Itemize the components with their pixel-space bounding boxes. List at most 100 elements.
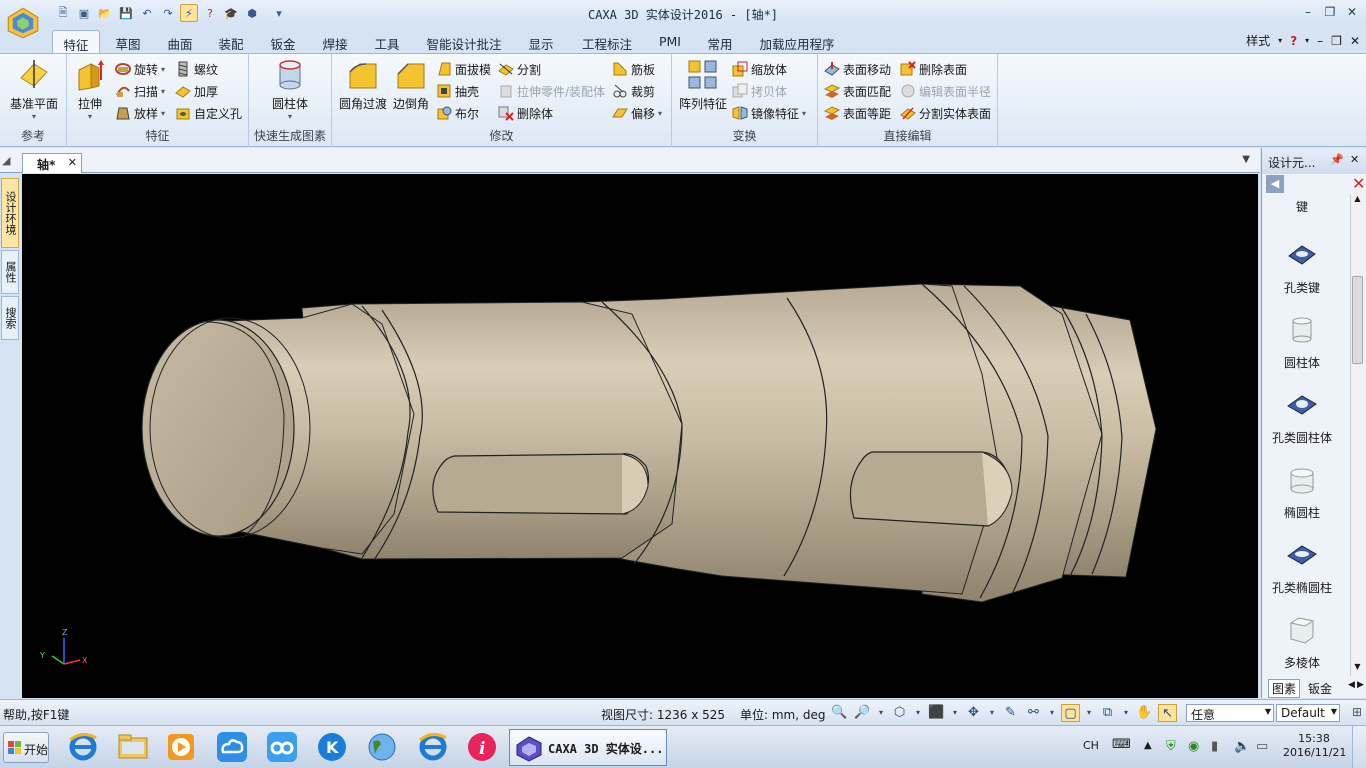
- view-orient-icon[interactable]: ⬡: [890, 704, 909, 722]
- minimize-icon[interactable]: –: [1300, 4, 1316, 20]
- show-desktop-button[interactable]: [1352, 726, 1366, 768]
- cylinder-button[interactable]: 圆柱体 ▾: [269, 58, 311, 121]
- style-menu[interactable]: 样式: [1246, 32, 1270, 49]
- tray-expand-icon[interactable]: ▲: [1144, 740, 1160, 756]
- rib-button[interactable]: 筋板: [612, 60, 655, 78]
- tab-pmi[interactable]: PMI: [652, 30, 688, 53]
- face-match-button[interactable]: 表面匹配: [824, 82, 891, 100]
- render-mode-dropdown-icon[interactable]: ▾: [1084, 704, 1094, 722]
- datum-plane-dropdown-icon[interactable]: ▾: [32, 112, 36, 121]
- selection-filter-dropdown-icon[interactable]: ▼: [1265, 707, 1271, 716]
- doc-restore-icon[interactable]: ❐: [1331, 34, 1342, 48]
- tabs-scroll-right-icon[interactable]: ▶: [1357, 680, 1364, 690]
- style-select[interactable]: Default ▼: [1276, 704, 1340, 722]
- standard-views-dropdown-icon[interactable]: ▾: [950, 704, 960, 722]
- ie-browser-2-icon[interactable]: [416, 730, 450, 764]
- tabs-scroll-left-icon[interactable]: ◀: [1348, 680, 1355, 690]
- cylinder-dropdown-icon[interactable]: ▾: [288, 112, 292, 121]
- panel-scrollbar[interactable]: ▲ ▼: [1350, 194, 1364, 676]
- file-explorer-icon[interactable]: [116, 730, 150, 764]
- panel-pin-icon[interactable]: 📌: [1330, 153, 1344, 166]
- ie-browser-icon[interactable]: [66, 730, 100, 764]
- copy-body-button[interactable]: 拷贝体: [732, 82, 787, 100]
- standard-views-icon[interactable]: ⬛: [927, 704, 946, 722]
- glasses-dropdown-icon[interactable]: ▾: [1047, 704, 1057, 722]
- sweep-dropdown-icon[interactable]: ▾: [161, 87, 165, 96]
- sweep-button[interactable]: 扫描 ▾: [115, 82, 165, 100]
- taskbar-caxa-task[interactable]: CAXA 3D 实体设...: [509, 729, 667, 766]
- split-solid-face-button[interactable]: 分割实体表面: [900, 104, 991, 122]
- globe-browser-icon[interactable]: [365, 730, 399, 764]
- array-feature-button[interactable]: 阵列特征: [678, 58, 728, 112]
- panel-back-icon[interactable]: ◀: [1266, 175, 1284, 193]
- help-dropdown-icon[interactable]: ▾: [1305, 36, 1309, 45]
- tab-smart-annotation[interactable]: 智能设计批注: [422, 30, 506, 53]
- info-app-icon[interactable]: i: [465, 730, 499, 764]
- hand-pick-icon[interactable]: ✋: [1135, 704, 1154, 722]
- panel-close-icon[interactable]: ✕: [1350, 153, 1359, 166]
- scale-body-button[interactable]: 缩放体: [732, 60, 787, 78]
- tab-design-environment[interactable]: 设计环境: [1, 178, 19, 248]
- extrude-dropdown-icon[interactable]: ▾: [88, 112, 92, 121]
- baidu-cloud-icon[interactable]: [265, 730, 299, 764]
- scroll-up-icon[interactable]: ▲: [1351, 194, 1364, 208]
- boolean-button[interactable]: 布尔: [436, 104, 479, 122]
- cloud-app-icon[interactable]: [215, 730, 249, 764]
- panel-delete-icon[interactable]: ✕: [1352, 174, 1365, 193]
- pan-icon[interactable]: ✥: [964, 704, 983, 722]
- layers-dropdown-icon[interactable]: ▾: [1121, 704, 1131, 722]
- tab-load-apps[interactable]: 加载应用程序: [756, 30, 838, 53]
- zoom-icon[interactable]: 🔎: [853, 704, 872, 722]
- offset-dropdown-icon[interactable]: ▾: [658, 109, 662, 118]
- layers-icon[interactable]: ⧉: [1098, 704, 1117, 722]
- tab-sheetmetal-elements[interactable]: 钣金: [1308, 680, 1332, 697]
- mirror-feature-button[interactable]: 镜像特征 ▾: [732, 104, 806, 122]
- element-cylinder[interactable]: 圆柱体: [1267, 313, 1337, 371]
- glasses-icon[interactable]: ⚯: [1024, 704, 1043, 722]
- trim-button[interactable]: 裁剪: [612, 82, 655, 100]
- scroll-thumb[interactable]: [1352, 276, 1363, 364]
- delete-face-button[interactable]: 删除表面: [900, 60, 967, 78]
- revolve-dropdown-icon[interactable]: ▾: [161, 65, 165, 74]
- custom-hole-button[interactable]: 自定义孔: [175, 104, 242, 122]
- pencil-icon[interactable]: ✎: [1001, 704, 1020, 722]
- shell-button[interactable]: 抽壳: [436, 82, 479, 100]
- tab-primitives[interactable]: 图素: [1268, 679, 1301, 698]
- element-elliptic-cylinder[interactable]: 椭圆柱: [1267, 463, 1337, 521]
- 3d-viewport[interactable]: Z X Y: [22, 174, 1258, 698]
- element-prism[interactable]: 多棱体: [1267, 613, 1337, 671]
- element-hole-elliptic-cylinder[interactable]: 孔类椭圆柱: [1267, 538, 1337, 596]
- fillet-button[interactable]: 圆角过渡: [338, 58, 388, 112]
- system-clock[interactable]: 15:38 2016/11/21: [1283, 732, 1346, 760]
- network-status-icon[interactable]: ◉: [1188, 739, 1204, 755]
- start-button[interactable]: 开始: [3, 732, 49, 763]
- doc-minimize-icon[interactable]: –: [1317, 34, 1323, 48]
- split-button[interactable]: 分割: [498, 60, 541, 78]
- volume-icon[interactable]: 🔈: [1234, 739, 1250, 755]
- k-app-icon[interactable]: K: [315, 730, 349, 764]
- orient-dropdown-icon[interactable]: ▾: [876, 704, 886, 722]
- tab-common[interactable]: 常用: [700, 30, 740, 53]
- thicken-button[interactable]: 加厚: [175, 82, 218, 100]
- face-equidistant-button[interactable]: 表面等距: [824, 104, 891, 122]
- style-dropdown-icon[interactable]: ▾: [1278, 36, 1282, 45]
- tab-tools[interactable]: 工具: [367, 30, 407, 53]
- help-circle-icon[interactable]: ?: [1290, 34, 1297, 48]
- datum-plane-button[interactable]: 基准平面 ▾: [8, 58, 60, 121]
- security-shield-icon[interactable]: ⛨: [1166, 739, 1182, 755]
- document-list-dropdown-icon[interactable]: ▼: [1242, 154, 1250, 165]
- selection-filter-select[interactable]: 任意 ▼: [1186, 704, 1274, 722]
- zoom-window-icon[interactable]: 🔍: [830, 704, 849, 722]
- loft-dropdown-icon[interactable]: ▾: [161, 109, 165, 118]
- element-hole-key[interactable]: 孔类键: [1267, 238, 1337, 296]
- tab-sketch[interactable]: 草图: [108, 30, 148, 53]
- style-select-dropdown-icon[interactable]: ▼: [1331, 707, 1337, 716]
- keyboard-icon[interactable]: ⌨: [1112, 737, 1131, 752]
- draft-button[interactable]: 面拔模: [436, 60, 491, 78]
- select-arrow-icon[interactable]: ↖: [1158, 704, 1177, 722]
- signal-icon[interactable]: ▮: [1211, 739, 1227, 755]
- display-icon[interactable]: ▭: [1256, 739, 1272, 755]
- thread-button[interactable]: 螺纹: [175, 60, 218, 78]
- tab-surface[interactable]: 曲面: [160, 30, 200, 53]
- document-close-icon[interactable]: ✕: [68, 156, 77, 169]
